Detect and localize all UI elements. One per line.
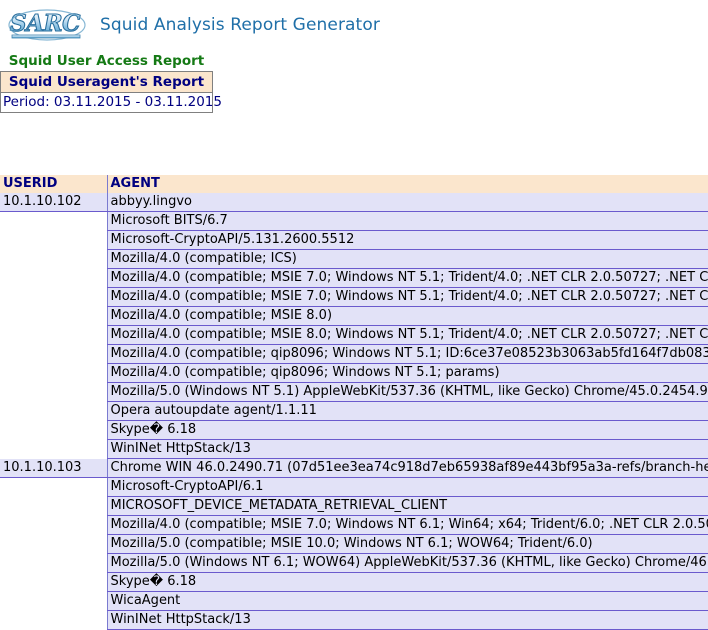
sarc-logo-icon[interactable]: SARC — [6, 6, 88, 44]
report-period: Period: 03.11.2015 - 03.11.2015 — [0, 92, 222, 113]
cell-agent: WicaAgent — [106, 591, 708, 611]
cell-userid — [0, 268, 107, 288]
cell-userid — [0, 211, 107, 231]
page-title: Squid Analysis Report Generator — [100, 15, 380, 35]
cell-userid — [0, 553, 107, 573]
cell-userid — [0, 515, 107, 535]
cell-userid — [0, 249, 107, 269]
table-body: 10.1.10.102 abbyy.lingvo Microsoft BITS/6.… — [0, 193, 708, 630]
cell-agent: Mozilla/4.0 (compatible; ICS) — [106, 249, 708, 269]
cell-userid — [0, 363, 107, 383]
table-row: Mozilla/4.0 (compatible; qip8096; Window… — [0, 344, 708, 364]
cell-agent: WinINet HttpStack/13 — [106, 610, 708, 630]
cell-userid — [0, 420, 107, 440]
cell-agent: Mozilla/4.0 (compatible; MSIE 7.0; Windo… — [106, 515, 708, 535]
cell-agent: Mozilla/4.0 (compatible; MSIE 8.0) — [106, 306, 708, 326]
cell-userid — [0, 439, 107, 459]
report-header-block: Squid User Access Report Squid Useragent… — [0, 52, 222, 113]
table-row: Skype� 6.18 — [0, 420, 708, 440]
cell-agent: WinINet HttpStack/13 — [106, 439, 708, 459]
squid-user-access-report-label[interactable]: Squid User Access Report — [0, 52, 213, 71]
table-row: MICROSOFT_DEVICE_METADATA_RETRIEVAL_CLIE… — [0, 496, 708, 516]
table-row: 10.1.10.102 abbyy.lingvo — [0, 193, 708, 212]
cell-userid — [0, 382, 107, 402]
cell-userid — [0, 496, 107, 516]
cell-agent: Mozilla/4.0 (compatible; qip8096; Window… — [106, 344, 708, 364]
cell-agent: Microsoft-CryptoAPI/5.131.2600.5512 — [106, 230, 708, 250]
cell-userid — [0, 477, 107, 497]
table-row: 10.1.10.103 Chrome WIN 46.0.2490.71 (07d5… — [0, 458, 708, 478]
column-header-agent[interactable]: AGENT — [106, 175, 708, 193]
table-row: Skype� 6.18 — [0, 572, 708, 592]
cell-agent: Chrome WIN 46.0.2490.71 (07d51ee3ea74c91… — [106, 458, 708, 478]
cell-agent: Skype� 6.18 — [106, 420, 708, 440]
table-row: Mozilla/5.0 (compatible; MSIE 10.0; Wind… — [0, 534, 708, 554]
cell-userid[interactable]: 10.1.10.103 — [0, 458, 107, 478]
cell-agent: Microsoft-CryptoAPI/6.1 — [106, 477, 708, 497]
cell-userid[interactable]: 10.1.10.102 — [0, 193, 107, 212]
cell-userid — [0, 325, 107, 345]
table-row: Mozilla/5.0 (Windows NT 6.1; WOW64) Appl… — [0, 553, 708, 573]
table-row: Mozilla/5.0 (Windows NT 5.1) AppleWebKit… — [0, 382, 708, 402]
cell-agent: Mozilla/4.0 (compatible; MSIE 8.0; Windo… — [106, 325, 708, 345]
cell-userid — [0, 610, 107, 630]
cell-agent: Opera autoupdate agent/1.1.11 — [106, 401, 708, 421]
table-row: Microsoft BITS/6.7 — [0, 211, 708, 231]
cell-agent: abbyy.lingvo — [106, 193, 708, 212]
cell-agent: Mozilla/4.0 (compatible; MSIE 7.0; Windo… — [106, 268, 708, 288]
table-row: WinINet HttpStack/13 — [0, 610, 708, 630]
table-row: Mozilla/4.0 (compatible; MSIE 8.0; Windo… — [0, 325, 708, 345]
tab-squid-useragents-report[interactable]: Squid Useragent's Report — [0, 71, 213, 92]
useragent-table-container: USERID AGENT 10.1.10.102 abbyy.lingvo Micr… — [0, 175, 708, 630]
cell-userid — [0, 287, 107, 307]
table-row: Microsoft-CryptoAPI/5.131.2600.5512 — [0, 230, 708, 250]
cell-userid — [0, 534, 107, 554]
table-row: Mozilla/4.0 (compatible; MSIE 7.0; Windo… — [0, 268, 708, 288]
table-row: Mozilla/4.0 (compatible; MSIE 7.0; Windo… — [0, 287, 708, 307]
masthead: SARC Squid Analysis Report Generator — [0, 0, 708, 44]
cell-agent: Mozilla/5.0 (Windows NT 5.1) AppleWebKit… — [106, 382, 708, 402]
cell-userid — [0, 591, 107, 611]
cell-agent: Skype� 6.18 — [106, 572, 708, 592]
table-row: Mozilla/4.0 (compatible; qip8096; Window… — [0, 363, 708, 383]
table-row: Mozilla/4.0 (compatible; ICS) — [0, 249, 708, 269]
column-header-userid[interactable]: USERID — [0, 175, 107, 193]
table-row: Mozilla/4.0 (compatible; MSIE 7.0; Windo… — [0, 515, 708, 535]
cell-agent: Mozilla/5.0 (Windows NT 6.1; WOW64) Appl… — [106, 553, 708, 573]
cell-userid — [0, 306, 107, 326]
cell-userid — [0, 572, 107, 592]
table-row: Mozilla/4.0 (compatible; MSIE 8.0) — [0, 306, 708, 326]
table-row: WicaAgent — [0, 591, 708, 611]
cell-agent: MICROSOFT_DEVICE_METADATA_RETRIEVAL_CLIE… — [106, 496, 708, 516]
table-row: Opera autoupdate agent/1.1.11 — [0, 401, 708, 421]
cell-userid — [0, 230, 107, 250]
layout-spacer — [0, 113, 708, 175]
table-header-row: USERID AGENT — [0, 175, 708, 193]
cell-agent: Mozilla/4.0 (compatible; qip8096; Window… — [106, 363, 708, 383]
cell-agent: Mozilla/4.0 (compatible; MSIE 7.0; Windo… — [106, 287, 708, 307]
cell-userid — [0, 344, 107, 364]
table-row: WinINet HttpStack/13 — [0, 439, 708, 459]
useragent-table: USERID AGENT 10.1.10.102 abbyy.lingvo Micr… — [0, 175, 708, 630]
cell-agent: Microsoft BITS/6.7 — [106, 211, 708, 231]
cell-agent: Mozilla/5.0 (compatible; MSIE 10.0; Wind… — [106, 534, 708, 554]
cell-userid — [0, 401, 107, 421]
table-row: Microsoft-CryptoAPI/6.1 — [0, 477, 708, 497]
